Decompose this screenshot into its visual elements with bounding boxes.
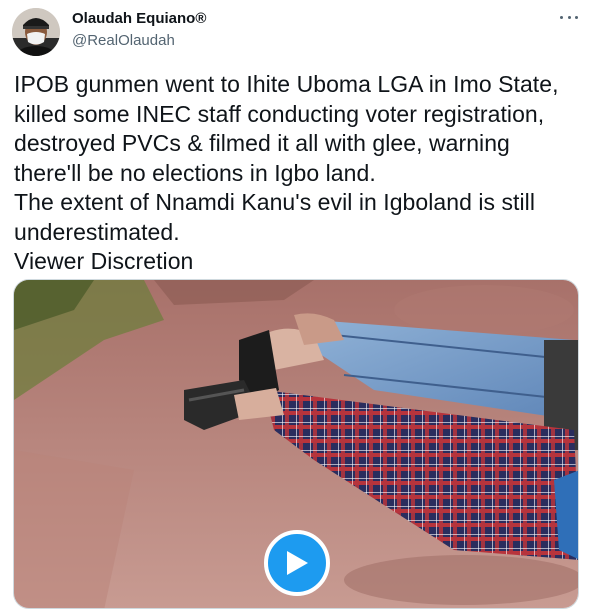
user-handle[interactable]: @RealOlaudah [72,31,206,51]
more-horizontal-icon[interactable] [560,12,578,22]
play-button[interactable] [264,530,330,596]
author-block: Olaudah Equiano® @RealOlaudah [72,9,206,51]
display-name[interactable]: Olaudah Equiano® [72,9,206,29]
tweet-card: Olaudah Equiano® @RealOlaudah IPOB gunme… [0,0,600,609]
profile-avatar-icon[interactable] [12,8,60,56]
video-thumbnail[interactable] [13,279,579,609]
tweet-text: IPOB gunmen went to Ihite Uboma LGA in I… [14,71,559,274]
play-icon [287,551,308,575]
